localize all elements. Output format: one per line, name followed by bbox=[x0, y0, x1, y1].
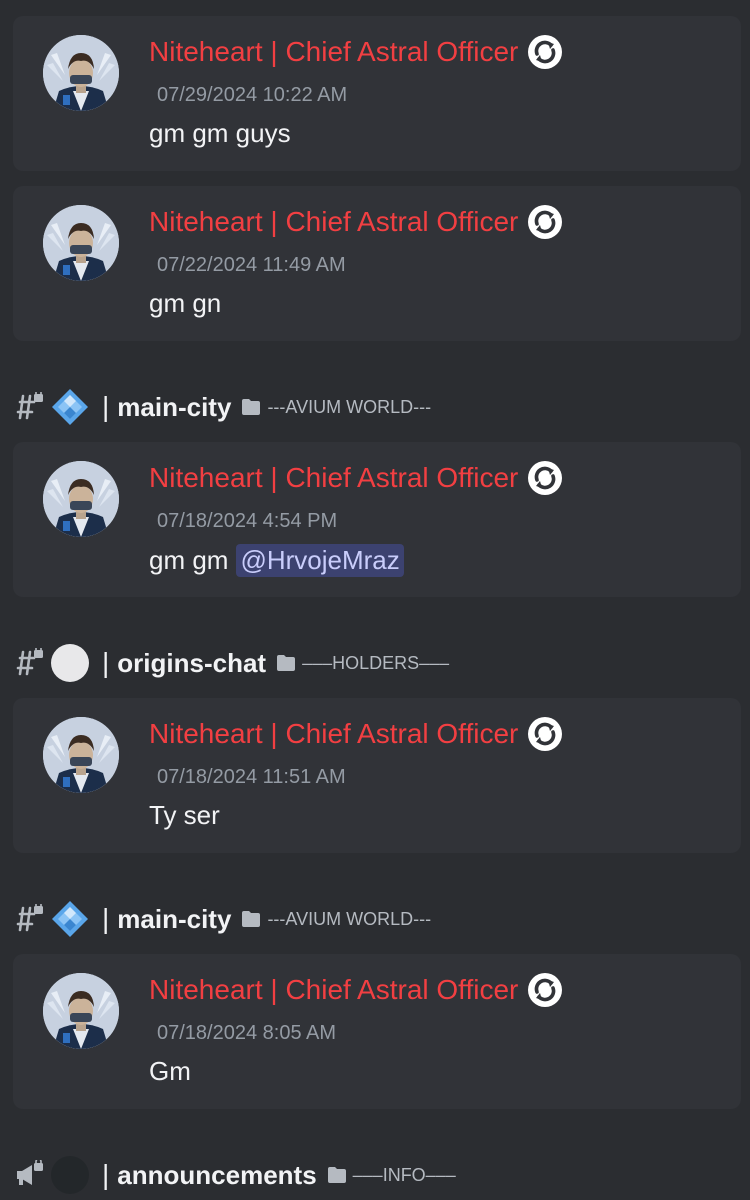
message-timestamp: 07/29/2024 10:22 AM bbox=[157, 84, 348, 106]
message-author[interactable]: Niteheart | Chief Astral Officer bbox=[149, 34, 563, 70]
refresh-circle-icon bbox=[527, 972, 563, 1008]
channel-name[interactable]: main-city bbox=[117, 904, 231, 935]
message-text: Ty ser bbox=[149, 800, 220, 830]
author-name[interactable]: Niteheart | Chief Astral Officer bbox=[149, 974, 518, 1006]
message-text: gm gn bbox=[149, 288, 222, 318]
message-content: gm gm @HrvojeMraz bbox=[149, 544, 404, 577]
message-timestamp: 07/18/2024 11:51 AM bbox=[157, 766, 346, 788]
channel-separator: | bbox=[102, 391, 110, 422]
author-name[interactable]: Niteheart | Chief Astral Officer bbox=[149, 206, 518, 238]
avatar[interactable] bbox=[43, 35, 119, 111]
message-content: gm gm guys bbox=[149, 118, 291, 149]
refresh-circle-icon bbox=[527, 34, 563, 70]
avatar[interactable] bbox=[43, 717, 119, 793]
channel-header[interactable]: | origins-chat –––HOLDERS––– bbox=[14, 643, 449, 683]
channel-category: –––INFO––– bbox=[352, 1164, 456, 1185]
channel-name[interactable]: origins-chat bbox=[117, 648, 266, 679]
refresh-circle-icon bbox=[527, 716, 563, 752]
folder-icon bbox=[327, 1166, 347, 1184]
message-result-card[interactable]: Niteheart | Chief Astral Officer 07/29/2… bbox=[13, 16, 741, 171]
message-result-card[interactable]: Niteheart | Chief Astral Officer 07/18/2… bbox=[13, 698, 741, 853]
avatar[interactable] bbox=[43, 973, 119, 1049]
channel-separator: | bbox=[102, 1159, 110, 1190]
channel-category: –––HOLDERS––– bbox=[302, 652, 450, 673]
locked-hash-icon bbox=[14, 645, 44, 678]
search-results-list: Niteheart | Chief Astral Officer 07/29/2… bbox=[0, 0, 750, 1200]
channel-separator: | bbox=[102, 903, 110, 934]
channel-name[interactable]: announcements bbox=[117, 1160, 316, 1191]
white-circle-emoji bbox=[50, 643, 90, 683]
message-content: Gm bbox=[149, 1056, 191, 1087]
folder-icon bbox=[241, 398, 261, 416]
blue-diamond-emoji bbox=[50, 899, 90, 939]
refresh-circle-icon bbox=[527, 204, 563, 240]
message-content: gm gn bbox=[149, 288, 221, 319]
channel-name[interactable]: main-city bbox=[117, 392, 231, 423]
channel-header[interactable]: | main-city ---AVIUM WORLD--- bbox=[14, 387, 431, 427]
message-content: Ty ser bbox=[149, 800, 220, 831]
author-name[interactable]: Niteheart | Chief Astral Officer bbox=[149, 36, 518, 68]
author-name[interactable]: Niteheart | Chief Astral Officer bbox=[149, 462, 518, 494]
message-author[interactable]: Niteheart | Chief Astral Officer bbox=[149, 972, 563, 1008]
author-name[interactable]: Niteheart | Chief Astral Officer bbox=[149, 718, 518, 750]
avatar[interactable] bbox=[43, 461, 119, 537]
dark-circle-emoji bbox=[50, 1155, 90, 1195]
blue-diamond-emoji bbox=[50, 387, 90, 427]
locked-hash-icon bbox=[14, 901, 44, 934]
message-text: gm gm bbox=[149, 545, 229, 575]
message-author[interactable]: Niteheart | Chief Astral Officer bbox=[149, 460, 563, 496]
refresh-circle-icon bbox=[527, 460, 563, 496]
channel-header[interactable]: | announcements –––INFO––– bbox=[14, 1155, 456, 1195]
user-mention[interactable]: @HrvojeMraz bbox=[236, 544, 404, 577]
message-result-card[interactable]: Niteheart | Chief Astral Officer 07/22/2… bbox=[13, 186, 741, 341]
message-author[interactable]: Niteheart | Chief Astral Officer bbox=[149, 204, 563, 240]
folder-icon bbox=[241, 910, 261, 928]
message-result-card[interactable]: Niteheart | Chief Astral Officer 07/18/2… bbox=[13, 442, 741, 597]
message-text: gm gm guys bbox=[149, 118, 291, 148]
avatar[interactable] bbox=[43, 205, 119, 281]
folder-icon bbox=[276, 654, 296, 672]
message-result-card[interactable]: Niteheart | Chief Astral Officer 07/18/2… bbox=[13, 954, 741, 1109]
channel-separator: | bbox=[102, 647, 110, 678]
channel-header[interactable]: | main-city ---AVIUM WORLD--- bbox=[14, 899, 431, 939]
message-text: Gm bbox=[149, 1056, 191, 1086]
message-author[interactable]: Niteheart | Chief Astral Officer bbox=[149, 716, 563, 752]
message-timestamp: 07/22/2024 11:49 AM bbox=[157, 254, 346, 276]
channel-category: ---AVIUM WORLD--- bbox=[267, 396, 432, 417]
megaphone-locked-icon bbox=[14, 1158, 44, 1190]
locked-hash-icon bbox=[14, 389, 44, 422]
message-timestamp: 07/18/2024 8:05 AM bbox=[157, 1022, 337, 1044]
channel-category: ---AVIUM WORLD--- bbox=[267, 908, 432, 929]
message-timestamp: 07/18/2024 4:54 PM bbox=[157, 510, 338, 532]
